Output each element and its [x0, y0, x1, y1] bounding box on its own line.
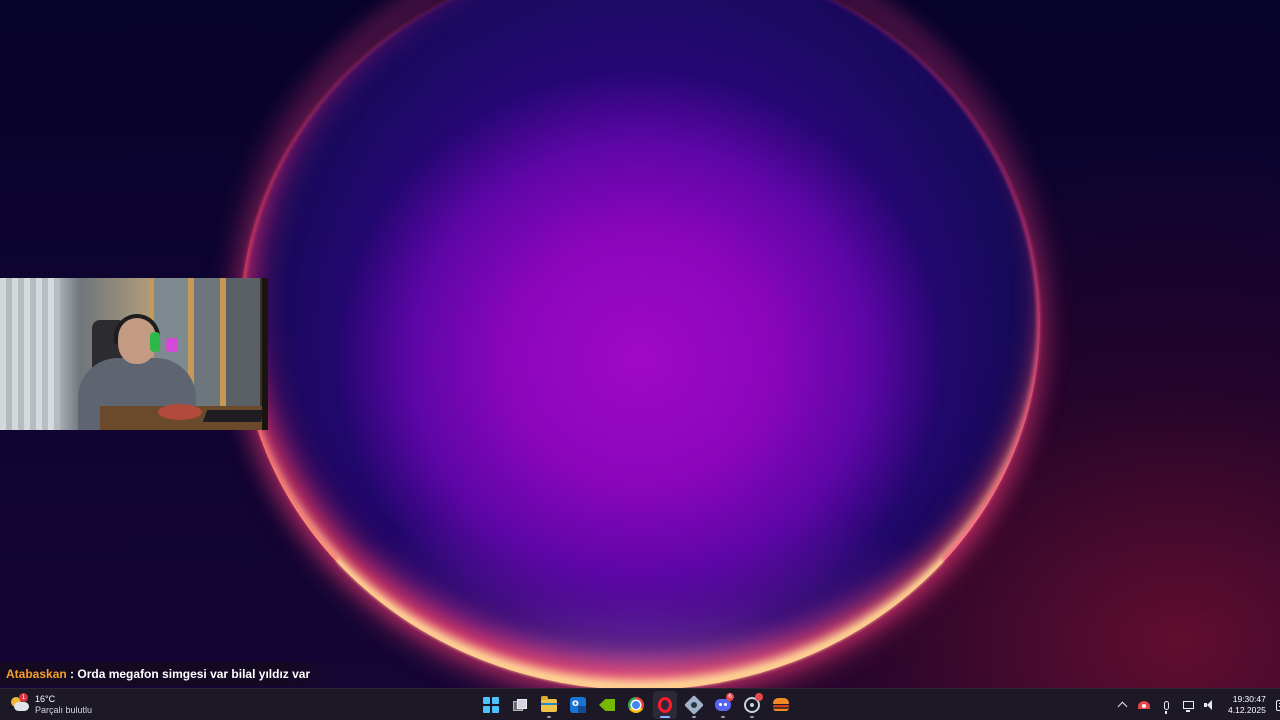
active-indicator [660, 716, 670, 718]
webcam-keyboard [202, 410, 266, 422]
chat-separator: : [66, 667, 78, 681]
gear-icon [686, 697, 702, 713]
nvidia-button[interactable] [595, 691, 619, 719]
weather-temperature: 16°C [35, 694, 56, 704]
outlook-icon [570, 697, 586, 713]
weather-text: 16°C Parçalı bulutlu [35, 694, 92, 716]
weather-badge: 1 [19, 693, 28, 702]
cloud-icon [14, 702, 29, 711]
taskbar: 1 16°C Parçalı bulutlu o 6 19:30:47 4.12… [0, 688, 1280, 720]
settings-app-button[interactable] [682, 691, 706, 719]
nvidia-icon [599, 699, 615, 711]
discord-notification-badge: 6 [726, 693, 734, 701]
chrome-button[interactable] [624, 691, 648, 719]
system-tray: 19:30:47 4.12.2025 [1112, 691, 1280, 719]
clock-date: 4.12.2025 [1228, 705, 1266, 715]
tray-gauge-button[interactable] [1134, 693, 1154, 717]
monitor-icon [1182, 701, 1194, 712]
webcam-curtain [0, 278, 60, 430]
running-indicator [721, 716, 725, 718]
running-indicator [750, 716, 754, 718]
notification-center-button[interactable] [1272, 693, 1280, 717]
webcam-rgb-light [166, 338, 178, 352]
chat-username: Atabaskan [6, 667, 67, 681]
chat-message-overlay: Atabaskan : Orda megafon simgesi var bil… [0, 662, 335, 686]
webcam-plate [158, 404, 202, 420]
clock[interactable]: 19:30:47 4.12.2025 [1222, 694, 1270, 716]
webcam-edge [262, 278, 268, 430]
opera-icon [658, 697, 672, 713]
task-view-button[interactable] [508, 691, 532, 719]
discord-button[interactable]: 6 [711, 691, 735, 719]
running-indicator [692, 716, 696, 718]
partly-cloudy-icon: 1 [10, 693, 30, 714]
speaker-icon [1204, 700, 1216, 710]
volume-button[interactable] [1200, 693, 1220, 717]
windows-logo-icon [483, 697, 499, 713]
burger-icon [773, 698, 789, 712]
running-indicator [547, 716, 551, 718]
network-button[interactable] [1178, 693, 1198, 717]
opera-gx-button[interactable] [653, 691, 677, 719]
webcam-overlay [0, 278, 268, 430]
task-view-icon [513, 699, 527, 711]
webcam-headset-earcup [150, 332, 160, 352]
chrome-icon [628, 697, 644, 713]
desktop-wallpaper: Atabaskan : Orda megafon simgesi var bil… [0, 0, 1280, 688]
microphone-icon [1163, 700, 1169, 714]
chat-message-text: Orda megafon simgesi var bilal yıldız va… [77, 667, 311, 681]
chevron-up-icon [1117, 701, 1127, 712]
gauge-icon [1138, 701, 1150, 709]
show-hidden-icons-button[interactable] [1112, 693, 1132, 717]
notification-icon [1276, 699, 1280, 711]
steam-button[interactable] [740, 691, 764, 719]
weather-widget[interactable]: 1 16°C Parçalı bulutlu [10, 692, 92, 718]
steam-notification-badge [755, 693, 763, 701]
file-explorer-button[interactable] [537, 691, 561, 719]
microphone-button[interactable] [1156, 693, 1176, 717]
outlook-button[interactable] [566, 691, 590, 719]
weather-description: Parçalı bulutlu [35, 705, 93, 715]
wallpaper-orb-rim [240, 0, 1040, 688]
taskbar-apps: 6 [479, 690, 793, 720]
game-app-button[interactable] [769, 691, 793, 719]
folder-icon [541, 695, 557, 712]
start-button[interactable] [479, 691, 503, 719]
clock-time: 19:30:47 [1232, 694, 1266, 704]
